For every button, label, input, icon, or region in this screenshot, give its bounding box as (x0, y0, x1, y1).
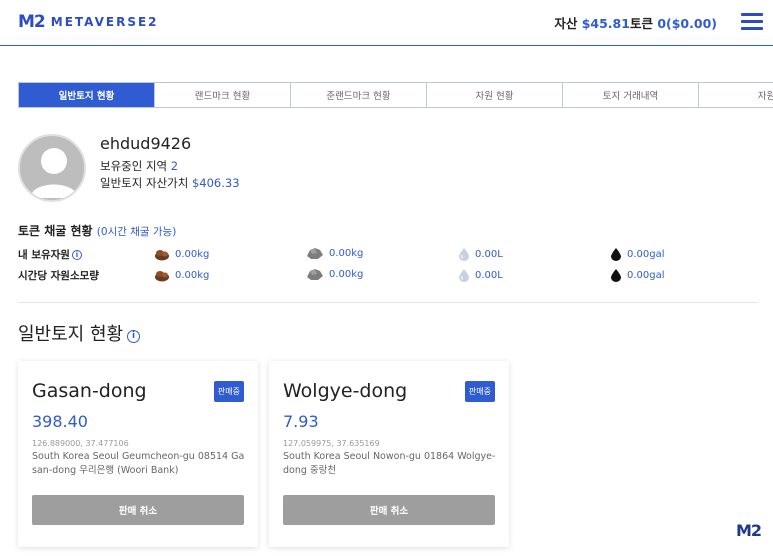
info-icon[interactable]: i (71, 250, 82, 260)
stone-icon (307, 269, 323, 280)
land-value: 398.40 (32, 412, 88, 431)
stone-consumption-value: 0.00kg (329, 269, 364, 280)
user-silhouette-icon (30, 148, 78, 198)
owned-resources-text: 내 보유자원 (18, 249, 70, 261)
water-drop-icon (459, 248, 469, 261)
land-asset-value: $406.33 (191, 176, 240, 190)
region-info: 보유중인 지역 2 (100, 158, 178, 174)
tab-general-land[interactable]: 일반토지 현황 (19, 83, 155, 107)
cancel-sale-button[interactable]: 판매 취소 (32, 495, 244, 525)
wood-consumption-value: 0.00kg (175, 269, 210, 281)
tab-resource-more[interactable]: 자원 (699, 83, 773, 107)
oil-drop-icon (611, 269, 621, 282)
water-drop-icon (459, 269, 469, 282)
site-logo[interactable]: M2 METAVERSE2 (18, 12, 159, 32)
cancel-sale-button[interactable]: 판매 취소 (283, 495, 495, 525)
token-value: 0($0.00) (657, 16, 717, 31)
water-amount: 0.00L (458, 247, 503, 261)
owned-resources-label: 내 보유자원 i (18, 247, 82, 262)
hourly-consumption-label: 시간당 자원소모량 (18, 270, 99, 282)
region-count: 2 (170, 159, 179, 173)
land-address: South Korea Seoul Geumcheon-gu 08514 Gas… (32, 451, 245, 476)
owned-resources-row: 내 보유자원 i 0.00kg 0.00kg 0.00L 0.00gal (18, 247, 758, 263)
water-value: 0.00L (475, 248, 503, 260)
region-label: 보유중인 지역 (100, 159, 168, 173)
username: ehdud9426 (100, 134, 192, 153)
footer-logo[interactable]: M2 (736, 521, 762, 540)
oil-value: 0.00gal (627, 248, 665, 260)
wood-value: 0.00kg (175, 248, 210, 260)
menu-icon[interactable] (741, 11, 763, 31)
status-badge: 판매중 (464, 381, 495, 402)
section-divider (18, 302, 758, 303)
wood-icon (155, 250, 169, 261)
mining-subtitle: (0시간 채굴 가능) (96, 226, 177, 238)
top-header: M2 METAVERSE2 자산 $45.81토큰 0($0.00) (0, 0, 773, 46)
land-name: Wolgye-dong (283, 380, 408, 402)
stone-amount: 0.00kg (306, 247, 363, 260)
wallet-summary: 자산 $45.81토큰 0($0.00) (554, 13, 717, 32)
stone-icon (307, 248, 323, 259)
land-address: South Korea Seoul Nowon-gu 01864 Wolgye-… (283, 451, 496, 476)
asset-info: 일반토지 자산가치 $406.33 (100, 175, 240, 191)
wood-consumption: 0.00kg (154, 268, 209, 282)
tab-landmark[interactable]: 랜드마크 현황 (155, 83, 291, 107)
land-name: Gasan-dong (32, 380, 147, 402)
wood-amount: 0.00kg (154, 247, 209, 261)
token-mining-panel: 토큰 채굴 현황 (0시간 채굴 가능) 내 보유자원 i 0.00kg 0.00… (18, 222, 758, 282)
land-coordinates: 126.889000, 37.477106 (32, 439, 129, 448)
tab-semi-landmark[interactable]: 준랜드마크 현황 (291, 83, 427, 107)
stone-value: 0.00kg (329, 248, 364, 259)
mining-title: 토큰 채굴 현황 (0시간 채굴 가능) (18, 222, 758, 239)
section-title: 일반토지 현황 i (18, 320, 141, 346)
avatar (18, 134, 86, 202)
water-consumption: 0.00L (458, 268, 503, 282)
hourly-consumption-row: 시간당 자원소모량 0.00kg 0.00kg 0.00L 0.00gal (18, 268, 758, 284)
info-icon[interactable]: i (127, 330, 141, 343)
oil-consumption-value: 0.00gal (627, 269, 665, 281)
tab-land-transactions[interactable]: 토지 거래내역 (563, 83, 699, 107)
oil-drop-icon (611, 248, 621, 261)
section-title-text: 일반토지 현황 (18, 324, 124, 345)
land-tabs: 일반토지 현황 랜드마크 현황 준랜드마크 현황 자원 현황 토지 거래내역 자… (18, 82, 773, 108)
logo-text: METAVERSE2 (50, 15, 159, 29)
land-value: 7.93 (283, 412, 319, 431)
water-consumption-value: 0.00L (475, 269, 503, 281)
wood-icon (155, 271, 169, 282)
logo-mark: M2 (18, 12, 46, 32)
land-card: Gasan-dong 판매중 398.40 126.889000, 37.477… (18, 361, 258, 547)
mining-title-text: 토큰 채굴 현황 (18, 224, 93, 238)
stone-consumption: 0.00kg (306, 268, 363, 281)
tab-resources[interactable]: 자원 현황 (427, 83, 563, 107)
asset-value: $45.81 (581, 16, 630, 31)
land-asset-label: 일반토지 자산가치 (100, 176, 189, 190)
oil-amount: 0.00gal (610, 247, 665, 261)
land-card: Wolgye-dong 판매중 7.93 127.059975, 37.6351… (269, 361, 509, 547)
land-coordinates: 127.059975, 37.635169 (283, 439, 380, 448)
token-label: 토큰 (629, 16, 653, 31)
status-badge: 판매중 (213, 381, 244, 402)
asset-label: 자산 (554, 16, 578, 31)
oil-consumption: 0.00gal (610, 268, 665, 282)
